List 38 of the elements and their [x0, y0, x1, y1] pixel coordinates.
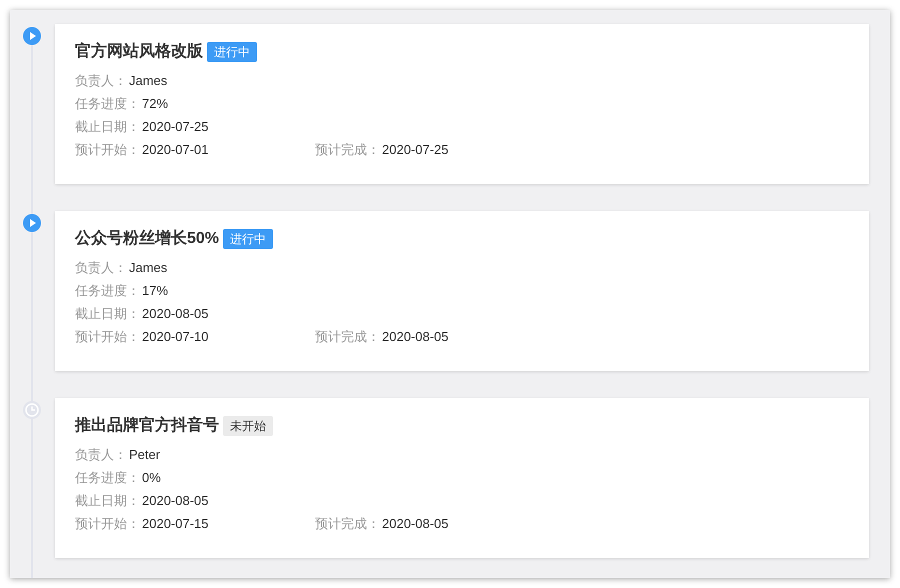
status-badge: 进行中: [223, 229, 274, 249]
field-label: 预计完成：: [315, 140, 380, 159]
field-value: 2020-07-01: [142, 140, 208, 159]
play-icon: [23, 27, 41, 45]
field-label: 任务进度：: [75, 94, 140, 113]
field-label: 负责人：: [75, 258, 127, 277]
field-label: 预计开始：: [75, 140, 140, 159]
field-value: 2020-08-05: [142, 492, 208, 510]
field-label: 负责人：: [75, 72, 127, 90]
status-badge: 未开始: [223, 416, 273, 436]
field-value: 0%: [142, 468, 161, 487]
task-title: 官方网站风格改版: [75, 41, 203, 62]
field-label: 预计开始：: [75, 328, 140, 346]
field-label: 预计开始：: [75, 514, 140, 533]
field-value: 2020-07-10: [142, 328, 208, 346]
field-value: James: [129, 258, 168, 277]
field-label: 任务进度：: [75, 282, 140, 300]
field-label: 任务进度：: [75, 468, 140, 487]
field-value: 72%: [142, 94, 168, 113]
task-title: 推出品牌官方抖音号: [75, 415, 219, 436]
field-value: 2020-07-15: [142, 514, 208, 533]
field-label: 截止日期：: [75, 492, 140, 510]
task-title: 公众号粉丝增长50%: [75, 228, 220, 249]
play-icon: [23, 214, 41, 232]
field-label: 预计完成：: [315, 514, 380, 533]
field-label: 截止日期：: [75, 304, 140, 323]
field-label: 预计完成：: [315, 328, 380, 346]
field-value: 2020-08-05: [142, 304, 208, 323]
field-value: 2020-08-05: [382, 514, 448, 533]
field-value: 17%: [142, 282, 168, 300]
field-label: 负责人：: [75, 446, 127, 464]
field-value: James: [129, 72, 168, 90]
field-value: 2020-08-05: [382, 328, 448, 346]
status-badge: 进行中: [207, 42, 257, 62]
field-value: 2020-07-25: [142, 118, 208, 136]
field-label: 截止日期：: [75, 118, 140, 136]
field-value: 2020-07-25: [382, 140, 448, 159]
field-value: Peter: [129, 446, 160, 464]
